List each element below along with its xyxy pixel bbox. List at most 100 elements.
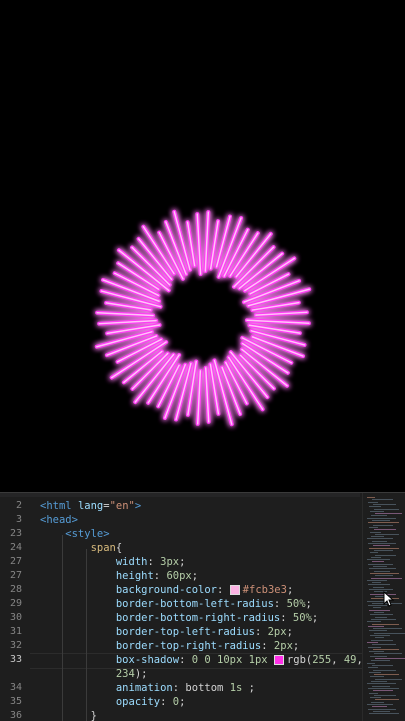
code-token: : [217,584,230,596]
minimap-line [374,632,405,634]
code-token: 60px [166,570,192,582]
minimap-line [374,653,402,655]
line-number: 34 [9,682,22,693]
code-token: : [160,696,173,708]
code-token: <head> [40,514,78,526]
code-token: : [172,682,186,694]
minimap-line [370,635,390,636]
minimap-line [369,506,381,508]
minimap[interactable] [362,493,405,721]
minimap-line [375,658,405,659]
code-token: : [179,654,192,666]
minimap-line [373,524,393,526]
line-number: 28 [9,584,22,595]
minimap-line [375,575,393,577]
minimap-line [369,713,399,715]
minimap-line [370,676,384,678]
minimap-line [367,600,384,602]
color-swatch-icon[interactable] [229,585,240,595]
minimap-line [372,623,399,625]
code-token: ; [179,556,186,568]
minimap-line [374,570,390,572]
code-token: 49 [343,654,357,666]
code-token: ; [191,570,199,582]
code-line: border-top-left-radius: 2px; [40,625,293,639]
minimap-line [369,609,390,611]
minimap-line [372,540,387,542]
minimap-line [372,520,390,521]
line-number: 27 [9,556,22,567]
minimap-line [372,582,381,584]
code-token: animation [40,682,173,694]
code-token: border-bottom-right-radius [40,612,281,624]
code-token: bottom [185,682,230,694]
code-editor[interactable]: 2 3 23 24 27 27 28 29 30 31 32 33 34 35 36 <html lang=… [0,492,405,721]
minimap-line [368,501,378,503]
minimap-line [367,683,396,685]
minimap-line [369,630,387,632]
code-line: 234); [40,667,148,681]
code-token: ; [286,626,293,638]
minimap-line [370,510,384,512]
color-swatch-icon[interactable] [273,655,284,665]
minimap-line [373,669,396,671]
code-line: width: 3px; [40,555,186,569]
code-token: ; [286,584,294,596]
minimap-line [370,614,393,616]
minimap-line [374,549,393,551]
minimap-line [367,704,393,705]
minimap-line [372,685,390,687]
minimap-line [374,612,384,613]
minimap-line [367,538,393,540]
code-line: opacity: 0; [40,695,186,709]
minimap-line [369,692,378,694]
minimap-line [375,533,399,535]
code-token: 0 0 10px 1px [191,654,274,666]
code-token: 50% [292,612,312,624]
minimap-line [367,662,375,664]
minimap-line [368,543,396,544]
minimap-line [371,681,387,682]
code-token: #fcb3e3 [242,584,287,596]
code-token: 3px [160,556,180,568]
minimap-line [375,678,402,680]
code-token: border-top-left-radius [40,626,255,638]
code-token: 50% [286,598,306,610]
code-token: , [331,654,344,666]
code-token: opacity [40,696,161,708]
code-token: ); [134,668,148,680]
code-token: : [147,556,161,568]
code-line: span{ [40,541,123,555]
code-token: } [40,710,97,721]
code-token: > [134,500,142,512]
code-token: ; [311,612,319,624]
code-line: <style> [40,527,110,541]
minimap-line [371,556,381,558]
minimap-line [375,616,387,618]
minimap-line [368,687,399,689]
code-token: span [40,542,116,554]
minimap-line [368,667,378,669]
minimap-line [373,628,402,630]
line-number: 33 [9,654,22,665]
code-token: <style> [40,528,110,540]
minimap-line [374,674,399,676]
code-line: box-shadow: 0 0 10px 1px rgb(255, 49, [40,653,363,667]
neon-burst [94,209,312,427]
minimap-line [375,699,399,701]
mouse-pointer-icon [383,591,394,607]
code-token: rgb [286,654,306,666]
minimap-line [374,694,396,696]
minimap-line [372,644,396,646]
minimap-line [369,547,399,549]
code-token: : [261,640,274,652]
minimap-line [373,503,396,505]
code-line: background-color: #fcb3e3; [40,583,293,597]
minimap-line [369,568,396,570]
line-number: 36 [9,710,22,721]
minimap-line [375,637,384,639]
code-area[interactable]: <html lang="en"> <head> <style> span{ wid… [40,493,363,721]
code-token: background-color [40,584,218,596]
code-token: : [273,598,287,610]
line-number: 27 [9,570,22,581]
